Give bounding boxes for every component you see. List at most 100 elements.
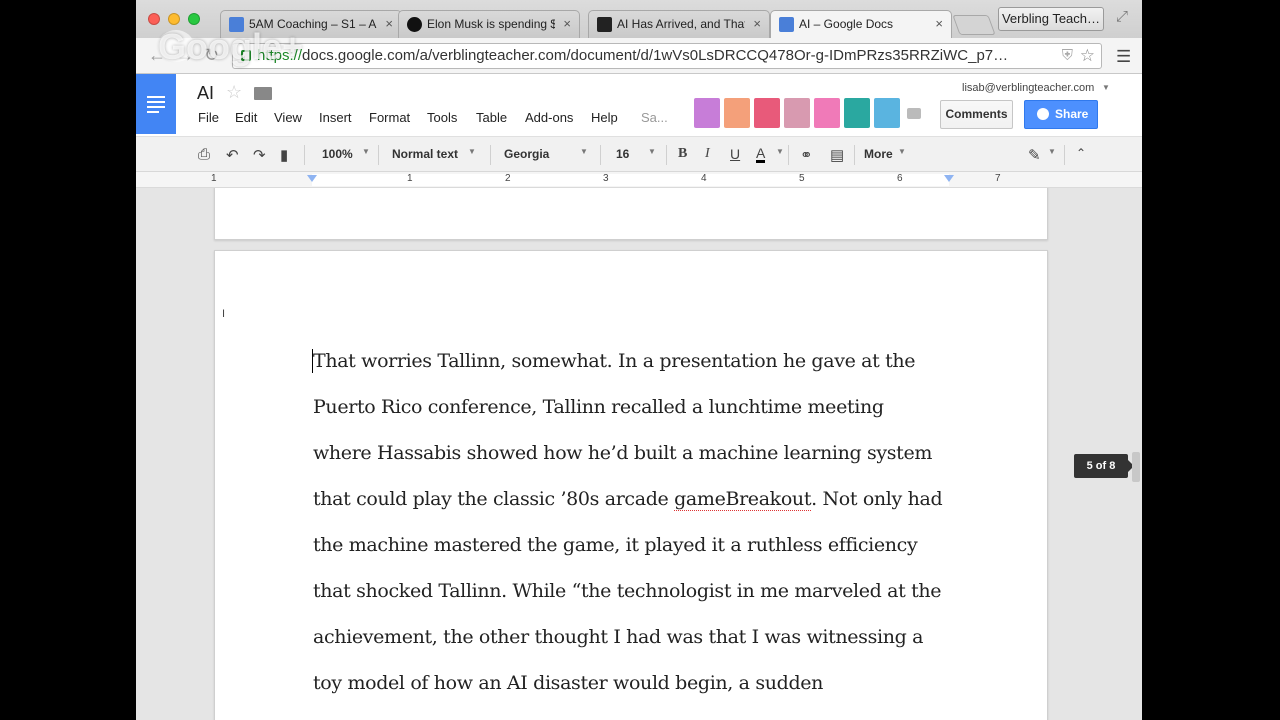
left-indent-marker[interactable] <box>307 175 317 182</box>
undo-icon[interactable]: ↶ <box>226 146 239 164</box>
account-email[interactable]: lisab@verblingteacher.com <box>962 82 1094 94</box>
print-icon[interactable]: ⎙ <box>198 146 210 163</box>
addon-rabbit-icon[interactable] <box>724 98 750 128</box>
chevron-down-icon: ▼ <box>648 147 656 156</box>
docs-home-icon[interactable] <box>136 74 176 134</box>
menu-format[interactable]: Format <box>369 110 410 125</box>
menu-table[interactable]: Table <box>476 110 507 125</box>
addon-robot-icon[interactable] <box>784 98 810 128</box>
ruler-number: 6 <box>897 173 903 184</box>
redo-icon[interactable]: ↷ <box>253 146 266 164</box>
more-button[interactable]: More <box>864 147 893 161</box>
folder-icon[interactable] <box>254 87 272 100</box>
address-bar[interactable]: https://docs.google.com/a/verblingteache… <box>232 43 1102 69</box>
browser-tab[interactable]: AI Has Arrived, and That × <box>588 10 770 38</box>
style-select[interactable]: Normal text <box>392 147 458 161</box>
menu-view[interactable]: View <box>274 110 302 125</box>
bold-button[interactable]: B <box>678 146 687 162</box>
document-page[interactable]: That worries Tallinn, somewhat. In a pre… <box>214 250 1048 720</box>
ruler-number: 5 <box>799 173 805 184</box>
chat-icon[interactable] <box>907 108 921 119</box>
addon-bird-icon[interactable] <box>694 98 720 128</box>
addon-heart-icon[interactable] <box>754 98 780 128</box>
document-title[interactable]: AI <box>197 83 214 104</box>
underline-button[interactable]: U <box>730 146 740 162</box>
text-color-button[interactable]: A <box>756 146 766 163</box>
comment-icon[interactable]: ▤ <box>830 146 844 164</box>
menu-file[interactable]: File <box>198 110 219 125</box>
scrollbar-thumb[interactable] <box>1132 452 1140 482</box>
text-line: achievement, the other thought I had was… <box>313 626 924 648</box>
right-indent-marker[interactable] <box>944 175 954 182</box>
ruler[interactable]: 1 1 2 3 4 5 6 7 <box>136 172 1142 188</box>
ruler-number: 1 <box>407 173 413 184</box>
previous-page <box>214 188 1048 240</box>
shield-icon[interactable]: ⛨ <box>1062 44 1073 68</box>
star-icon[interactable]: ☆ <box>226 82 242 103</box>
ruler-number: 3 <box>603 173 609 184</box>
chrome-menu-icon[interactable]: ☰ <box>1116 47 1131 67</box>
menu-tools[interactable]: Tools <box>427 110 457 125</box>
text-line: That worries Tallinn, somewhat. In a pre… <box>313 350 916 372</box>
tab-title: AI – Google Docs <box>799 17 894 31</box>
font-select[interactable]: Georgia <box>504 147 549 161</box>
misspelled-word[interactable]: gameBreakout <box>674 488 811 511</box>
ruler-number: 1 <box>211 173 217 184</box>
font-size-select[interactable]: 16 <box>616 147 629 161</box>
account-caret-icon[interactable]: ▼ <box>1102 83 1110 92</box>
link-icon[interactable]: ⚭ <box>800 146 813 164</box>
text-line: toy model of how an AI disaster would be… <box>313 672 824 694</box>
chevron-down-icon: ▼ <box>580 147 588 156</box>
browser-tab[interactable]: Elon Musk is spending $ × <box>398 10 580 38</box>
document-canvas[interactable]: That worries Tallinn, somewhat. In a pre… <box>136 188 1142 720</box>
text-line: that shocked Tallinn. While “the technol… <box>313 580 942 602</box>
menu-insert[interactable]: Insert <box>319 110 352 125</box>
text-line: where Hassabis showed how he’d built a m… <box>313 442 933 464</box>
tab-title: Elon Musk is spending $ <box>427 17 555 31</box>
zoom-select[interactable]: 100% <box>322 147 353 161</box>
ruler-number: 2 <box>505 173 511 184</box>
menu-help[interactable]: Help <box>591 110 618 125</box>
browser-tab-active[interactable]: AI – Google Docs × <box>770 10 952 38</box>
menu-edit[interactable]: Edit <box>235 110 257 125</box>
save-status: Sa... <box>641 110 668 125</box>
zoom-window-button[interactable] <box>188 13 200 25</box>
format-toolbar: ⎙ ↶ ↷ ▮ 100% ▼ Normal text ▼ Georgia ▼ 1… <box>136 136 1142 172</box>
chevron-down-icon: ▼ <box>898 147 906 156</box>
addon-shoe-icon[interactable] <box>814 98 840 128</box>
tab-close-icon[interactable]: × <box>385 11 393 37</box>
tab-close-icon[interactable]: × <box>753 11 761 37</box>
addon-pig-icon[interactable] <box>874 98 900 128</box>
quora-favicon-icon <box>407 17 422 32</box>
chevron-down-icon: ▼ <box>362 147 370 156</box>
italic-button[interactable]: I <box>705 146 710 162</box>
share-label: Share <box>1055 107 1089 121</box>
docs-header: AI ☆ File Edit View Insert Format Tools … <box>136 74 1142 136</box>
ibeam-cursor-icon: I <box>222 308 226 320</box>
tab-close-icon[interactable]: × <box>935 11 943 37</box>
browser-window: 5AM Coaching – S1 – AI × Elon Musk is sp… <box>136 0 1142 720</box>
chevron-down-icon: ▼ <box>468 147 476 156</box>
fullscreen-icon[interactable]: ⤢ <box>1116 8 1128 25</box>
page-indicator: 5 of 8 <box>1074 454 1134 478</box>
close-window-button[interactable] <box>148 13 160 25</box>
url-text: docs.google.com/a/verblingteacher.com/do… <box>302 47 1009 64</box>
editing-pencil-icon[interactable]: ✎ <box>1028 146 1041 164</box>
chevron-down-icon: ▼ <box>776 147 784 156</box>
tab-close-icon[interactable]: × <box>563 11 571 37</box>
paint-format-icon[interactable]: ▮ <box>280 146 288 164</box>
comments-button[interactable]: Comments <box>940 100 1013 129</box>
document-body[interactable]: That worries Tallinn, somewhat. In a pre… <box>312 349 963 717</box>
collapse-toolbar-icon[interactable]: ⌃ <box>1076 146 1086 160</box>
profile-button[interactable]: Verbling Teach… <box>998 7 1104 31</box>
menu-addons[interactable]: Add-ons <box>525 110 573 125</box>
text-line: that could play the classic ’80s arcade … <box>313 488 943 511</box>
addon-squirrel-icon[interactable] <box>844 98 870 128</box>
share-button[interactable]: Share <box>1024 100 1098 129</box>
minimize-window-button[interactable] <box>168 13 180 25</box>
docs-favicon-icon <box>779 17 794 32</box>
chevron-down-icon: ▼ <box>1048 147 1056 156</box>
bookmark-star-icon[interactable]: ☆ <box>1080 44 1095 68</box>
tab-title: AI Has Arrived, and That <box>617 17 745 31</box>
new-tab-button[interactable] <box>952 15 996 35</box>
